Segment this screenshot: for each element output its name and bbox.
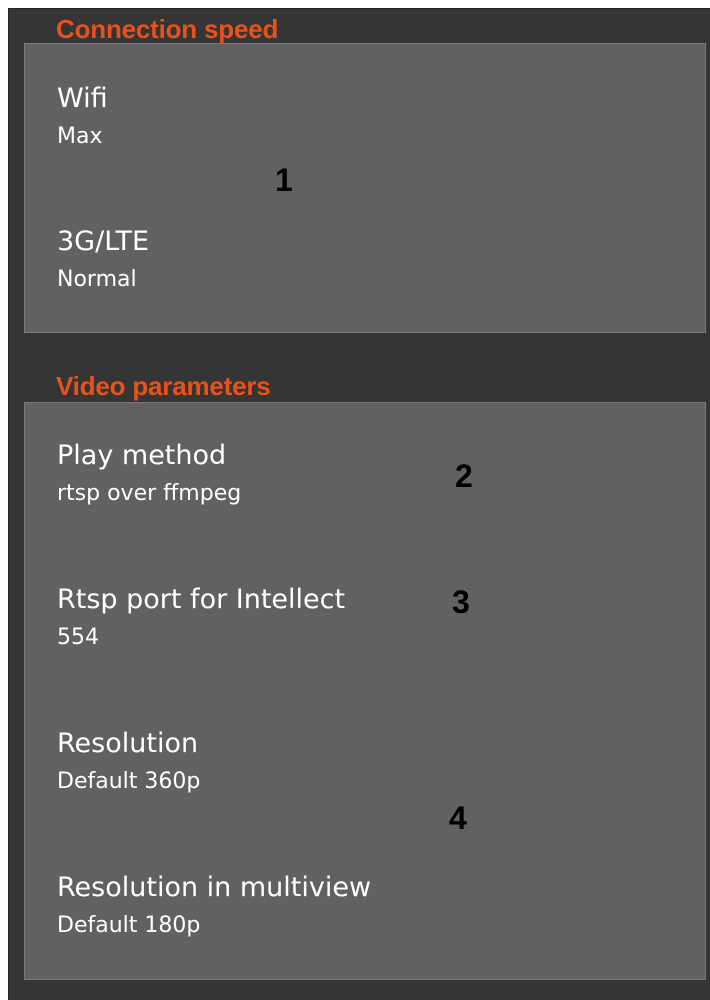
- setting-title: Resolution in multiview: [57, 872, 372, 903]
- callout-3: 3: [452, 584, 470, 620]
- setting-rtsp-port[interactable]: Rtsp port for Intellect 554: [57, 583, 345, 653]
- section-header-video-parameters: Video parameters: [56, 371, 271, 401]
- setting-3g-lte[interactable]: 3G/LTE Normal: [57, 225, 149, 295]
- setting-title: Wifi: [57, 83, 108, 114]
- setting-value: rtsp over ffmpeg: [57, 481, 242, 506]
- setting-resolution-multiview[interactable]: Resolution in multiview Default 180p: [57, 871, 371, 941]
- setting-title: Play method: [57, 440, 227, 471]
- callout-4: 4: [449, 800, 467, 836]
- callout-1: 1: [275, 162, 293, 198]
- setting-resolution[interactable]: Resolution Default 360p: [57, 727, 200, 797]
- setting-value: Default 180p: [57, 913, 201, 938]
- callout-2: 2: [455, 458, 473, 494]
- setting-title: Resolution: [57, 728, 199, 759]
- setting-play-method[interactable]: Play method rtsp over ffmpeg: [57, 439, 241, 509]
- section-header-connection-speed: Connection speed: [56, 14, 279, 44]
- setting-value: 554: [57, 625, 99, 650]
- connection-speed-panel: Wifi Max 3G/LTE Normal: [24, 43, 706, 333]
- setting-value: Default 360p: [57, 769, 201, 794]
- setting-title: Rtsp port for Intellect: [57, 584, 346, 615]
- setting-title: 3G/LTE: [57, 226, 150, 257]
- setting-wifi[interactable]: Wifi Max: [57, 82, 108, 152]
- setting-value: Normal: [57, 267, 137, 292]
- settings-screen: Connection speed Wifi Max 3G/LTE Normal …: [8, 8, 710, 1000]
- setting-value: Max: [57, 124, 103, 149]
- video-parameters-panel: Play method rtsp over ffmpeg Rtsp port f…: [24, 402, 706, 980]
